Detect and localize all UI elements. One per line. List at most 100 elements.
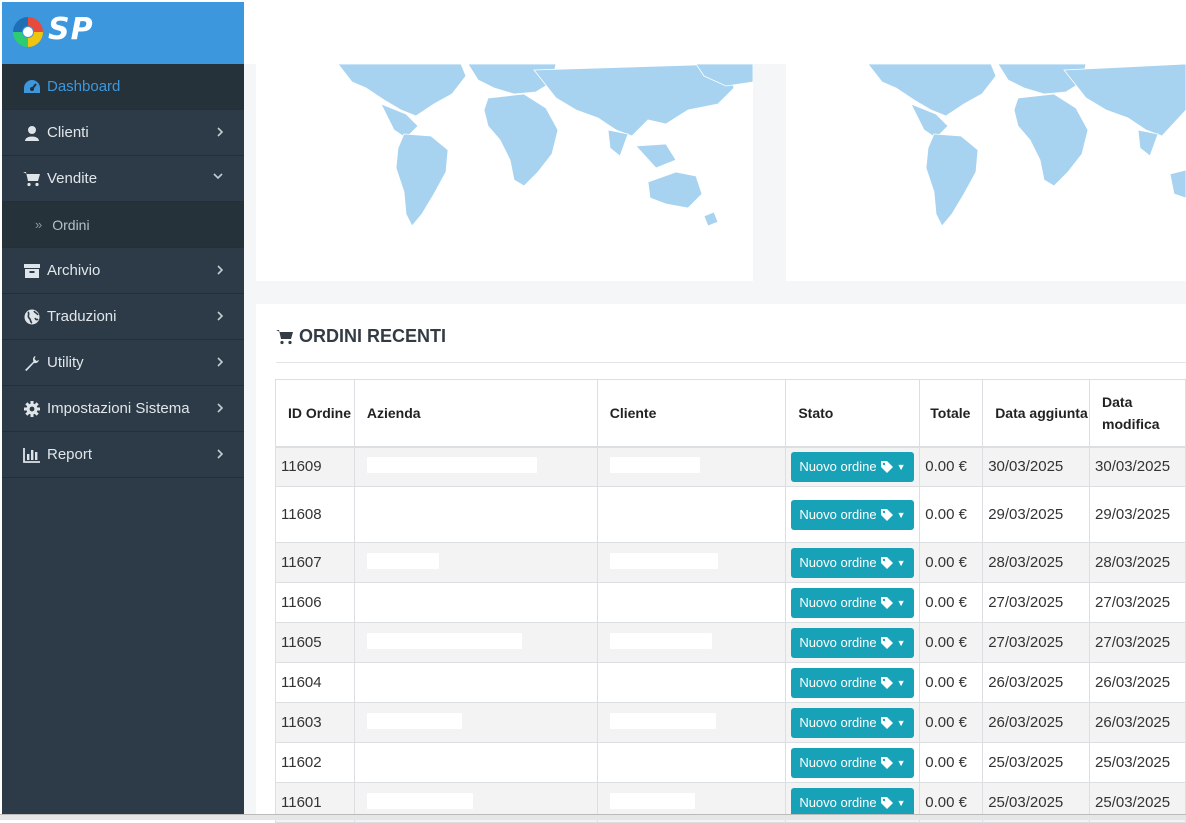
column-header-cliente[interactable]: Cliente — [597, 380, 786, 447]
sidebar-item-traduzioni[interactable]: Traduzioni — [2, 294, 244, 340]
logo-swirl-icon — [10, 14, 46, 50]
status-dropdown-button[interactable]: Nuovo ordine ▼ — [791, 748, 913, 778]
caret-down-icon: ▼ — [897, 758, 906, 768]
caret-down-icon: ▼ — [897, 638, 906, 648]
double-chevron-right-icon: » — [35, 217, 42, 232]
column-header-totale[interactable]: Totale — [920, 380, 983, 447]
sidebar-item-label: Impostazioni Sistema — [47, 400, 190, 417]
table-row[interactable]: 11607Nuovo ordine▼0.00 €28/03/202528/03/… — [276, 543, 1186, 583]
cliente-cell — [597, 663, 786, 703]
tag-icon — [881, 717, 893, 729]
cliente-cell — [597, 487, 786, 543]
data-modifica-cell: 26/03/2025 — [1090, 663, 1186, 703]
tag-icon — [881, 797, 893, 809]
column-header-stato[interactable]: Stato — [786, 380, 920, 447]
order-id[interactable]: 11605 — [276, 623, 355, 663]
redacted-text — [367, 793, 473, 809]
caret-down-icon: ▼ — [897, 558, 906, 568]
sidebar-item-utility[interactable]: Utility — [2, 340, 244, 386]
logo-bar[interactable]: SP — [2, 2, 244, 64]
stato-cell: Nuovo ordine▼ — [786, 623, 920, 663]
redacted-text — [610, 505, 695, 521]
status-label: Nuovo ordine — [799, 507, 876, 522]
sidebar-item-impostazioni-sistema[interactable]: Impostazioni Sistema — [2, 386, 244, 432]
data-aggiunta-cell: 30/03/2025 — [983, 447, 1090, 487]
status-dropdown-button[interactable]: Nuovo ordine▼ — [791, 708, 913, 738]
stato-cell: Nuovo ordine▼ — [786, 583, 920, 623]
redacted-text — [610, 593, 705, 609]
status-dropdown-button[interactable]: Nuovo ordine▼ — [791, 588, 913, 618]
status-label: Nuovo ordine — [799, 755, 876, 770]
column-header-data-aggiunta[interactable]: Data aggiunta — [983, 380, 1090, 447]
sidebar-item-label: Utility — [47, 354, 84, 371]
order-id[interactable]: 11602 — [276, 743, 355, 783]
table-row[interactable]: 11606Nuovo ordine▼0.00 €27/03/202527/03/… — [276, 583, 1186, 623]
table-row[interactable]: 11608Nuovo ordine▼0.00 €29/03/202529/03/… — [276, 487, 1186, 543]
order-id[interactable]: 11606 — [276, 583, 355, 623]
wrench-icon — [23, 354, 41, 372]
sidebar-item-label: Vendite — [47, 170, 97, 187]
sidebar: SP Dashboard Clienti Vendite » Ordini — [2, 2, 244, 814]
table-row[interactable]: 11609Nuovo ordine▼0.00 €30/03/202530/03/… — [276, 447, 1186, 487]
data-modifica-cell: 29/03/2025 — [1090, 487, 1186, 543]
cliente-cell — [597, 703, 786, 743]
totale-cell: 0.00 € — [920, 447, 983, 487]
totale-cell: 0.00 € — [920, 583, 983, 623]
sidebar-item-clienti[interactable]: Clienti — [2, 110, 244, 156]
column-header-id[interactable]: ID Ordine — [276, 380, 355, 447]
divider — [276, 362, 1186, 363]
sidebar-nav: Dashboard Clienti Vendite » Ordini Archi… — [2, 64, 244, 478]
redacted-text — [610, 457, 700, 473]
sidebar-item-ordini[interactable]: » Ordini — [2, 202, 244, 248]
redacted-text — [367, 457, 537, 473]
world-map-panel[interactable] — [786, 64, 1186, 281]
horizontal-scrollbar[interactable] — [0, 814, 1186, 820]
table-row[interactable]: 11604Nuovo ordine▼0.00 €26/03/202526/03/… — [276, 663, 1186, 703]
order-id[interactable]: 11609 — [276, 447, 355, 487]
status-dropdown-button[interactable]: Nuovo ordine▼ — [791, 788, 913, 818]
sidebar-item-vendite[interactable]: Vendite — [2, 156, 244, 202]
status-dropdown-button[interactable]: Nuovo ordine▼ — [791, 452, 913, 482]
top-navbar — [244, 2, 1186, 64]
sidebar-item-dashboard[interactable]: Dashboard — [2, 64, 244, 110]
azienda-cell — [354, 447, 597, 487]
chevron-right-icon — [216, 402, 224, 414]
cliente-cell — [597, 743, 786, 783]
order-id[interactable]: 11608 — [276, 487, 355, 543]
column-header-azienda[interactable]: Azienda — [354, 380, 597, 447]
tag-icon — [881, 677, 893, 689]
redacted-text — [367, 553, 439, 569]
status-dropdown-button[interactable]: Nuovo ordine▼ — [791, 548, 913, 578]
order-id[interactable]: 11607 — [276, 543, 355, 583]
order-id[interactable]: 11604 — [276, 663, 355, 703]
chevron-right-icon — [216, 448, 224, 460]
gear-icon — [23, 400, 41, 418]
tag-icon — [881, 509, 893, 521]
sidebar-item-archivio[interactable]: Archivio — [2, 248, 244, 294]
column-header-data-modifica[interactable]: Data modifica — [1090, 380, 1186, 447]
status-dropdown-button[interactable]: Nuovo ordine▼ — [791, 668, 913, 698]
redacted-text — [610, 633, 712, 649]
cart-icon — [276, 329, 294, 345]
order-id[interactable]: 11603 — [276, 703, 355, 743]
status-label: Nuovo ordine — [799, 595, 876, 610]
sidebar-item-report[interactable]: Report — [2, 432, 244, 478]
tag-icon — [881, 757, 893, 769]
table-row[interactable]: 11602Nuovo ordine▼0.00 €25/03/202525/03/… — [276, 743, 1186, 783]
tag-icon — [881, 557, 893, 569]
caret-down-icon: ▼ — [897, 510, 906, 520]
sidebar-item-label: Archivio — [47, 262, 100, 279]
panel-title: ORDINI RECENTI — [276, 326, 446, 347]
data-aggiunta-cell: 29/03/2025 — [983, 487, 1090, 543]
user-icon — [23, 124, 41, 142]
status-dropdown-button[interactable]: Nuovo ordine▼ — [791, 628, 913, 658]
status-dropdown-button[interactable]: Nuovo ordine ▼ — [791, 500, 913, 530]
azienda-cell — [354, 623, 597, 663]
cart-icon — [23, 170, 41, 188]
table-row[interactable]: 11603Nuovo ordine▼0.00 €26/03/202526/03/… — [276, 703, 1186, 743]
cliente-cell — [597, 543, 786, 583]
world-map-panel[interactable] — [256, 64, 753, 281]
data-modifica-cell: 30/03/2025 — [1090, 447, 1186, 487]
table-row[interactable]: 11605Nuovo ordine▼0.00 €27/03/202527/03/… — [276, 623, 1186, 663]
sidebar-item-label: Traduzioni — [47, 308, 116, 325]
